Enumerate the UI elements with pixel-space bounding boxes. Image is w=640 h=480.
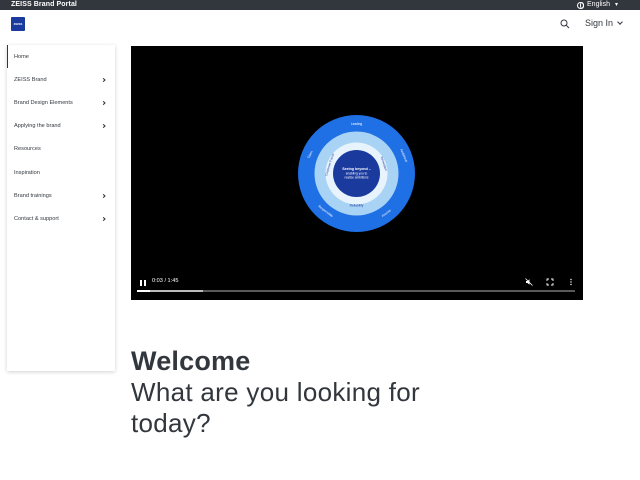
chevron-right-icon bbox=[101, 124, 106, 129]
sidebar-nav: Home ZEISS Brand Brand Design Elements Appl… bbox=[7, 45, 115, 371]
mute-icon[interactable] bbox=[525, 278, 533, 286]
video-time: 0:03 / 1:45 bbox=[152, 278, 179, 284]
chevron-down-icon: ▾ bbox=[614, 2, 618, 8]
mid-label-reliability: Reliability bbox=[350, 204, 364, 208]
sidebar-item-inspiration[interactable]: Inspiration bbox=[7, 161, 115, 184]
chevron-right-icon bbox=[101, 77, 106, 82]
language-label: English bbox=[587, 1, 610, 8]
welcome-heading: Welcome bbox=[131, 346, 251, 376]
top-bar: ZEISS Brand Portal English ▾ bbox=[0, 0, 640, 10]
sidebar-item-applying-the-brand[interactable]: Applying the brand bbox=[7, 115, 115, 138]
chevron-right-icon bbox=[101, 216, 106, 222]
video-controls: 0:03 / 1:45 bbox=[131, 270, 583, 300]
sidebar-item-label: Applying the brand bbox=[14, 123, 61, 130]
language-selector[interactable]: English ▾ bbox=[577, 0, 618, 10]
progress-played bbox=[137, 290, 151, 292]
progress-bar[interactable] bbox=[137, 290, 575, 292]
center-text-2: realize ambitions bbox=[345, 176, 369, 180]
sidebar-item-label: Brand Design Elements bbox=[14, 99, 73, 106]
sidebar-item-label: Inspiration bbox=[14, 169, 40, 176]
zeiss-logo[interactable]: ZEISS bbox=[11, 17, 25, 31]
chevron-down-icon bbox=[617, 18, 623, 25]
sidebar-item-resources[interactable]: Resources bbox=[7, 138, 115, 161]
sidebar-item-home[interactable]: Home bbox=[7, 45, 115, 69]
sidebar-item-brand-design-elements[interactable]: Brand Design Elements bbox=[7, 91, 115, 114]
sign-in-button[interactable]: Sign In bbox=[585, 18, 623, 28]
sidebar-item-zeiss-brand[interactable]: ZEISS Brand bbox=[7, 68, 115, 91]
site-header: ZEISS Sign In bbox=[0, 10, 640, 42]
sidebar-item-label: Home bbox=[14, 53, 29, 60]
more-options-icon[interactable] bbox=[567, 278, 575, 286]
sidebar-item-label: ZEISS Brand bbox=[14, 76, 47, 83]
sidebar-item-label: Brand trainings bbox=[14, 192, 52, 199]
center-title: Seeing beyond – bbox=[342, 167, 371, 171]
welcome-subtitle: What are you looking for today? bbox=[131, 377, 421, 438]
sidebar-item-contact-support[interactable]: Contact & support bbox=[7, 207, 115, 230]
search-icon[interactable] bbox=[559, 18, 571, 30]
chevron-right-icon bbox=[101, 100, 106, 106]
video-player[interactable]: Seeing beyond – enabling you to realize … bbox=[131, 46, 583, 300]
brand-diagram: Seeing beyond – enabling you to realize … bbox=[298, 115, 415, 232]
fullscreen-icon[interactable] bbox=[546, 278, 554, 286]
globe-icon bbox=[577, 1, 585, 9]
chevron-right-icon bbox=[101, 193, 106, 198]
sidebar-item-brand-trainings[interactable]: Brand trainings bbox=[7, 184, 115, 207]
sidebar-item-label: Resources bbox=[14, 146, 41, 153]
portal-title[interactable]: ZEISS Brand Portal bbox=[11, 0, 77, 10]
sign-in-label: Sign In bbox=[585, 18, 614, 28]
outer-label-leading: Leading bbox=[351, 122, 363, 126]
sidebar-item-label: Contact & support bbox=[14, 215, 59, 222]
pause-button[interactable] bbox=[140, 280, 146, 286]
